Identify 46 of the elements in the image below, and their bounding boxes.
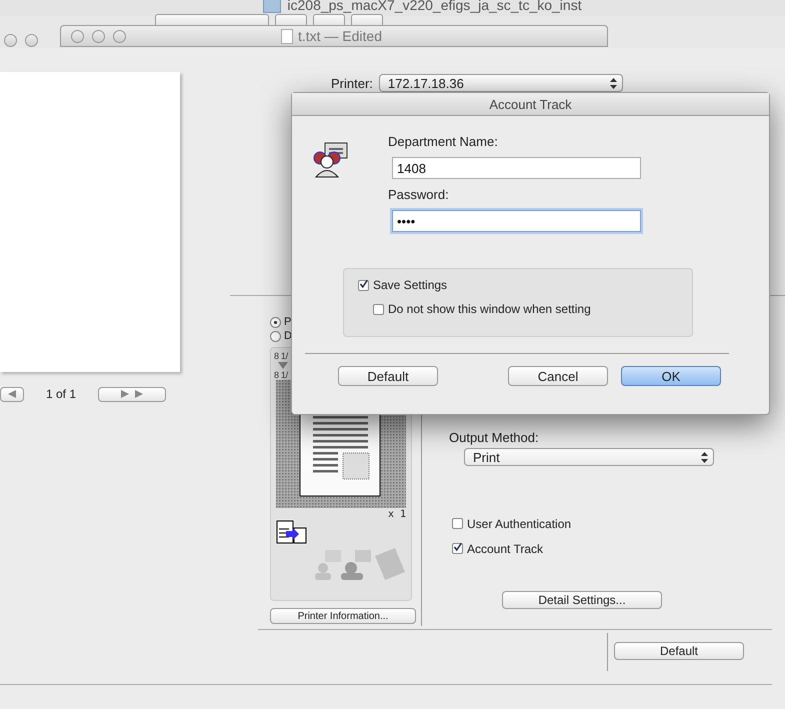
output-method-label: Output Method:: [449, 430, 540, 445]
dialog-button[interactable]: Default: [338, 366, 438, 386]
radio-button[interactable]: [270, 330, 281, 342]
popup-arrows-icon: [701, 452, 708, 462]
next-page-button[interactable]: [98, 386, 166, 402]
window-button[interactable]: [25, 34, 38, 47]
radio-label: P: [284, 316, 292, 328]
checkbox[interactable]: [358, 280, 369, 290]
checkbox[interactable]: [373, 304, 384, 314]
dialog-button[interactable]: OK: [621, 366, 721, 386]
window-button[interactable]: [92, 30, 105, 42]
window-title: t.txt — Edited: [298, 28, 382, 44]
paper-size-text: 8 1/: [274, 370, 288, 380]
checkbox-label: Save Settings: [373, 278, 448, 292]
input-field[interactable]: 1408: [392, 157, 641, 179]
printer-information-button[interactable]: Printer Information...: [270, 608, 416, 624]
output-method-popup[interactable]: Print: [464, 448, 714, 466]
window-title: ic208_ps_macX7_v220_efigs_ja_sc_tc_ko_inst: [287, 0, 582, 13]
dialog-button[interactable]: Cancel: [508, 366, 608, 386]
checkbox-label: User Authentication: [467, 516, 572, 530]
radio-label: D: [284, 330, 292, 342]
document-icon: [280, 28, 293, 44]
checkbox-label: Account Track: [467, 542, 544, 556]
folder-icon: [263, 0, 282, 12]
dialog-title: Account Track: [292, 93, 769, 116]
detail-settings-button[interactable]: Detail Settings...: [502, 591, 662, 609]
default-button[interactable]: Default: [614, 642, 744, 660]
window-button[interactable]: [113, 30, 126, 42]
input-field[interactable]: ••••: [392, 210, 641, 232]
window-button[interactable]: [4, 34, 17, 47]
checkbox[interactable]: [452, 518, 463, 529]
previous-page-button[interactable]: [0, 386, 24, 402]
popup-arrows-icon: [610, 78, 617, 88]
window-button[interactable]: [71, 30, 84, 42]
radio-button[interactable]: [270, 316, 281, 328]
field-label: Password:: [388, 187, 450, 202]
checkbox-label: Do not show this window when setting: [388, 302, 591, 316]
page-indicator: 1 of 1: [46, 387, 76, 401]
field-label: Department Name:: [388, 134, 499, 149]
users-icon: [312, 142, 350, 178]
printer-label: Printer:: [331, 76, 373, 90]
copies-text: x 1: [388, 509, 406, 520]
printer-popup[interactable]: 172.17.18.36: [378, 74, 623, 92]
printer-icon: [276, 520, 308, 546]
checkbox[interactable]: [452, 543, 463, 554]
paper-size-text: 8 1/: [274, 351, 288, 361]
